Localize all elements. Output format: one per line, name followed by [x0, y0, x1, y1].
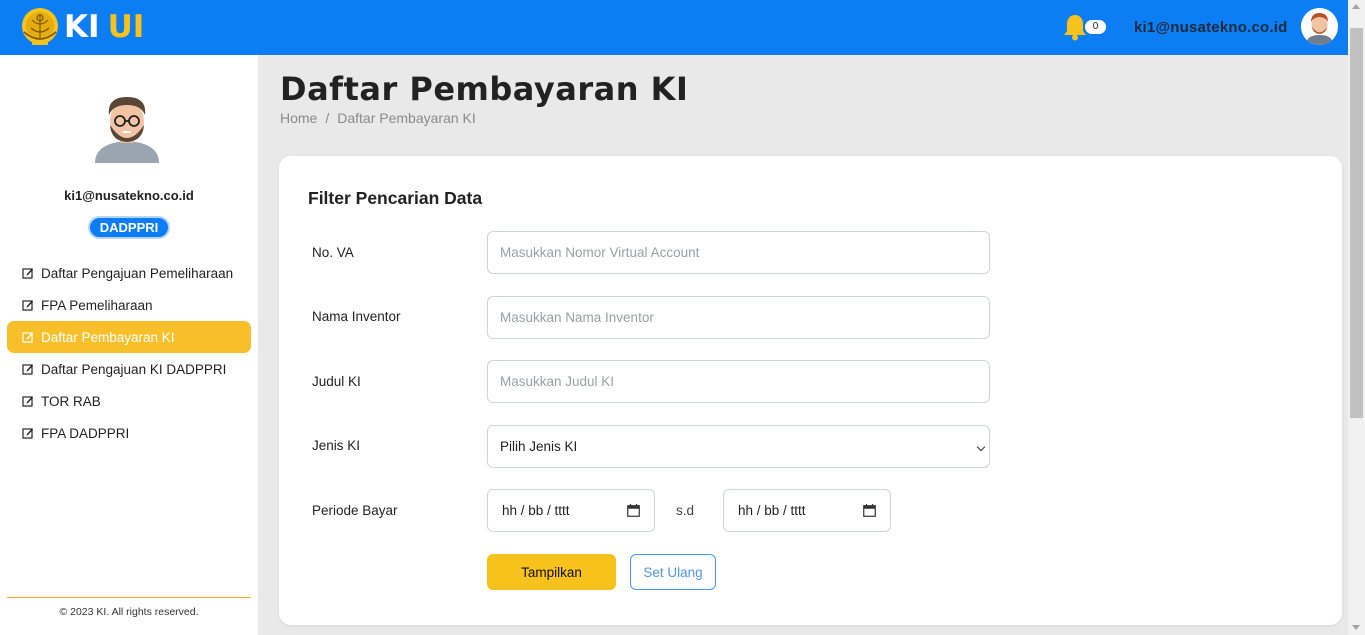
date-range-separator: s.d — [676, 503, 695, 518]
sidebar-item-tor-rab[interactable]: TOR RAB — [7, 385, 251, 417]
profile-avatar — [95, 97, 159, 163]
jenis-ki-label: Jenis KI — [312, 438, 361, 453]
no-va-label: No. VA — [312, 245, 354, 260]
university-emblem-icon — [22, 8, 58, 45]
brand-text-ki: KI — [64, 9, 100, 45]
sidebar-item-daftar-pengajuan-pemeliharaan[interactable]: Daftar Pengajuan Pemeliharaan — [7, 257, 251, 289]
filter-card: Filter Pencarian Data No. VA Nama Invent… — [279, 156, 1342, 625]
page-scrollbar[interactable] — [1348, 0, 1365, 635]
edit-icon — [22, 428, 33, 439]
inventor-label: Nama Inventor — [312, 309, 401, 324]
sidebar-item-label: Daftar Pengajuan KI DADPPRI — [41, 361, 227, 377]
edit-icon — [22, 300, 33, 311]
sidebar-user-email: ki1@nusatekno.co.id — [64, 188, 194, 203]
sidebar: ki1@nusatekno.co.id DADPPRI Daftar Penga… — [0, 55, 258, 635]
edit-icon — [22, 396, 33, 407]
periode-bayar-label: Periode Bayar — [312, 503, 398, 518]
sidebar-item-fpa-pemeliharaan[interactable]: FPA Pemeliharaan — [7, 289, 251, 321]
date-from-input[interactable]: hh / bb / tttt — [487, 489, 655, 532]
edit-icon — [22, 332, 33, 343]
sidebar-item-daftar-pembayaran-ki[interactable]: Daftar Pembayaran KI — [7, 321, 251, 353]
copyright-footer: © 2023 KI. All rights reserved. — [59, 606, 199, 618]
sidebar-item-label: FPA DADPPRI — [41, 425, 130, 441]
page-title: Daftar Pembayaran KI — [280, 70, 689, 108]
judul-ki-input[interactable] — [487, 360, 990, 403]
notification-count-badge: 0 — [1085, 20, 1106, 34]
top-navbar: KI UI 0 ki1@nusatekno.co.id — [0, 0, 1365, 55]
scroll-down-arrow-icon[interactable] — [1352, 625, 1360, 630]
sidebar-item-label: Daftar Pengajuan Pemeliharaan — [41, 265, 234, 281]
role-badge: DADPPRI — [88, 216, 170, 239]
sidebar-item-label: TOR RAB — [41, 393, 101, 409]
jenis-ki-select[interactable]: Pilih Jenis KI — [487, 425, 990, 468]
no-va-input[interactable] — [487, 231, 990, 274]
judul-ki-label: Judul KI — [312, 374, 361, 389]
date-to-value: hh / bb / tttt — [738, 503, 806, 518]
user-avatar-icon — [1301, 8, 1338, 45]
brand-logo[interactable]: KI UI — [20, 6, 144, 48]
sidebar-item-fpa-dadppri[interactable]: FPA DADPPRI — [7, 417, 251, 449]
breadcrumb-home[interactable]: Home — [280, 110, 317, 126]
date-to-input[interactable]: hh / bb / tttt — [723, 489, 891, 532]
avatar[interactable] — [1301, 8, 1338, 45]
sidebar-item-label: FPA Pemeliharaan — [41, 297, 153, 313]
calendar-icon[interactable] — [627, 504, 640, 517]
edit-icon — [22, 268, 33, 279]
breadcrumb-current: Daftar Pembayaran KI — [337, 110, 476, 126]
scroll-thumb[interactable] — [1350, 28, 1363, 418]
breadcrumb-separator: / — [325, 110, 330, 126]
calendar-icon[interactable] — [863, 504, 876, 517]
inventor-name-input[interactable] — [487, 296, 990, 339]
brand-text-ui: UI — [107, 9, 145, 45]
chevron-down-icon — [976, 442, 986, 452]
sidebar-menu: Daftar Pengajuan Pemeliharaan FPA Pemeli… — [7, 257, 251, 449]
jenis-ki-selected-value: Pilih Jenis KI — [500, 439, 578, 454]
footer-divider — [7, 597, 251, 598]
scroll-up-arrow-icon[interactable] — [1352, 4, 1360, 9]
set-ulang-button[interactable]: Set Ulang — [630, 554, 716, 590]
user-email[interactable]: ki1@nusatekno.co.id — [1134, 19, 1287, 36]
date-from-value: hh / bb / tttt — [502, 503, 570, 518]
sidebar-item-label: Daftar Pembayaran KI — [41, 329, 175, 345]
filter-title: Filter Pencarian Data — [308, 188, 483, 208]
breadcrumb: Home / Daftar Pembayaran KI — [280, 110, 476, 126]
tampilkan-button[interactable]: Tampilkan — [487, 554, 616, 590]
edit-icon — [22, 364, 33, 375]
sidebar-item-daftar-pengajuan-ki-dadppri[interactable]: Daftar Pengajuan KI DADPPRI — [7, 353, 251, 385]
